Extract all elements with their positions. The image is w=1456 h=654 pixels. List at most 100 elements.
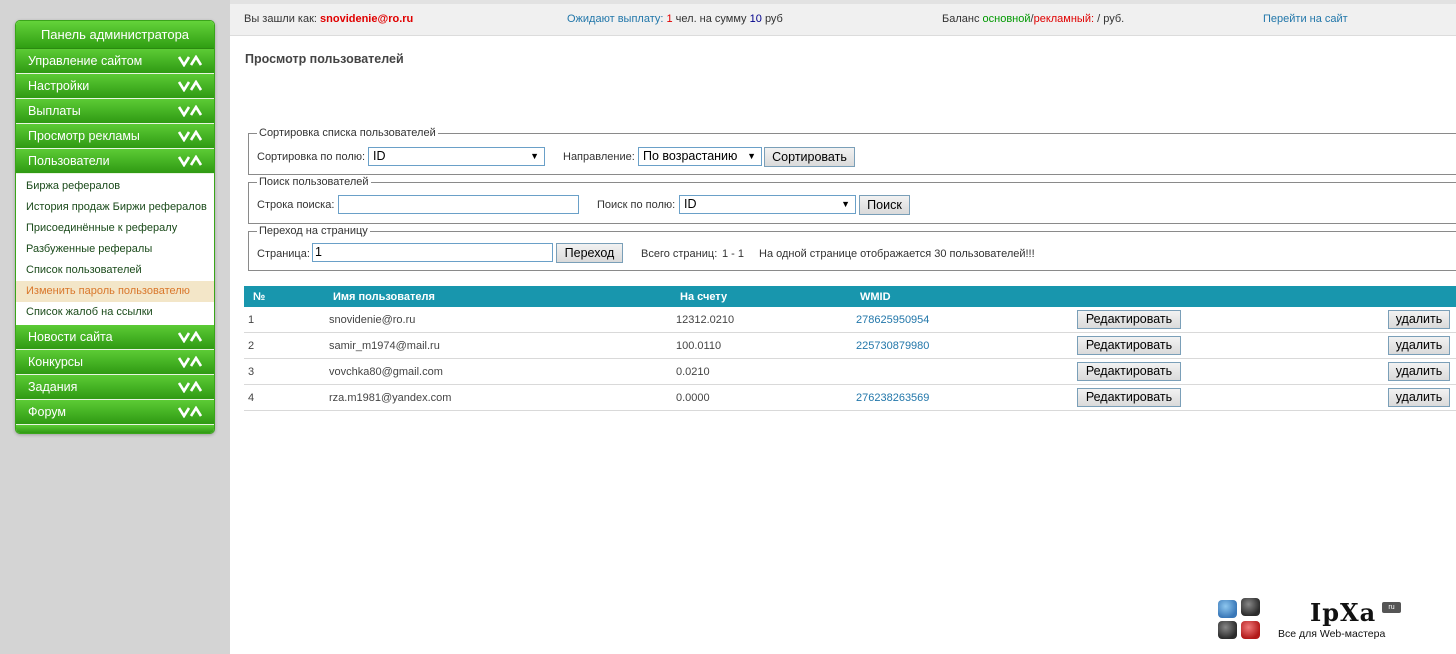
balance-value: / руб. (1097, 13, 1125, 25)
double-chevron-icon (178, 155, 202, 167)
submenu-link-complaints[interactable]: Список жалоб на ссылки (16, 302, 214, 323)
cell-name: rza.m1981@yandex.com (329, 392, 452, 404)
balance-info: Баланс основной/рекламный: / руб. (942, 13, 1124, 25)
logo-tagline: Все для Web-мастера (1278, 628, 1386, 640)
logo-cube-icon (1218, 600, 1237, 618)
sort-field-label: Сортировка по полю: (257, 151, 366, 163)
total-pages-value: 1 - 1 (722, 248, 745, 260)
header-name: Имя пользователя (333, 291, 435, 303)
sort-field-value: ID (373, 149, 386, 163)
admin-panel-footer (16, 425, 214, 433)
logo-domain-badge: ru (1382, 602, 1401, 613)
page-title: Просмотр пользователей (245, 52, 404, 66)
menu-section-label: Управление сайтом (28, 54, 143, 68)
menu-section-label: Задания (28, 380, 78, 394)
page-label: Страница: (257, 248, 310, 260)
direction-value: По возрастанию (643, 149, 738, 163)
per-page-note: На одной странице отображается 30 пользо… (759, 248, 1035, 260)
double-chevron-icon (178, 381, 202, 393)
delete-button[interactable]: удалить (1388, 362, 1450, 381)
cell-balance: 12312.0210 (676, 314, 735, 326)
submenu-awakened-referrals[interactable]: Разбуженные рефералы (16, 239, 214, 260)
header-balance: На счету (680, 291, 728, 303)
menu-section-site-management[interactable]: Управление сайтом (16, 49, 214, 74)
menu-section-label: Конкурсы (28, 355, 84, 369)
cell-wmid-link[interactable]: 225730879980 (856, 340, 929, 352)
direction-label: Направление: (563, 151, 635, 163)
cell-wmid-link[interactable]: 278625950954 (856, 314, 929, 326)
admin-panel: Панель администратора Управление сайтом … (15, 20, 215, 434)
payout-middle: чел. на сумму (675, 13, 747, 25)
logo-cube-icon (1241, 621, 1260, 639)
edit-button[interactable]: Редактировать (1077, 388, 1181, 407)
cell-wmid-link[interactable]: 276238263569 (856, 392, 929, 404)
search-button[interactable]: Поиск (859, 195, 910, 215)
main-content: Просмотр пользователей Сортировка списка… (230, 36, 1456, 654)
goto-site-link[interactable]: Перейти на сайт (1263, 13, 1348, 25)
menu-section-label: Выплаты (28, 104, 81, 118)
cell-num: 1 (248, 314, 255, 326)
top-status-bar: Вы зашли как: snovidenie@ro.ru Ожидают в… (230, 0, 1456, 36)
menu-section-ad-views[interactable]: Просмотр рекламы (16, 124, 214, 149)
table-row: 4 rza.m1981@yandex.com 0.0000 2762382635… (244, 385, 1456, 411)
search-legend: Поиск пользователей (259, 176, 369, 188)
logo-name: IpXa (1310, 598, 1377, 627)
logged-in-prefix: Вы зашли как: (244, 13, 317, 25)
direction-select[interactable]: По возрастанию ▼ (638, 147, 762, 166)
balance-prefix: Баланс (942, 13, 980, 25)
cell-name: vovchka80@gmail.com (329, 366, 443, 378)
cell-num: 2 (248, 340, 255, 352)
submenu-change-password[interactable]: Изменить пароль пользователю (16, 281, 214, 302)
cell-num: 4 (248, 392, 255, 404)
menu-section-tasks[interactable]: Задания (16, 375, 214, 400)
submenu-referral-sales-history[interactable]: История продаж Биржи рефералов (16, 197, 214, 218)
double-chevron-icon (178, 130, 202, 142)
edit-button[interactable]: Редактировать (1077, 310, 1181, 329)
delete-button[interactable]: удалить (1388, 310, 1450, 329)
goto-page-button[interactable]: Переход (556, 243, 623, 263)
ipxa-logo: IpXa ru Все для Web-мастера (1218, 598, 1418, 643)
dropdown-arrow-icon: ▼ (530, 151, 539, 161)
balance-main-label: основной (982, 13, 1031, 25)
search-query-label: Строка поиска: (257, 199, 335, 211)
cell-num: 3 (248, 366, 255, 378)
menu-section-label: Новости сайта (28, 330, 113, 344)
cell-balance: 0.0000 (676, 392, 710, 404)
double-chevron-icon (178, 331, 202, 343)
edit-button[interactable]: Редактировать (1077, 362, 1181, 381)
menu-section-users[interactable]: Пользователи (16, 149, 214, 174)
menu-section-payouts[interactable]: Выплаты (16, 99, 214, 124)
payout-count: 1 (666, 13, 673, 25)
menu-section-contests[interactable]: Конкурсы (16, 350, 214, 375)
sort-field-select[interactable]: ID ▼ (368, 147, 545, 166)
submenu-user-list[interactable]: Список пользователей (16, 260, 214, 281)
submenu-referral-exchange[interactable]: Биржа рефералов (16, 176, 214, 197)
double-chevron-icon (178, 55, 202, 67)
logo-cube-icon (1218, 621, 1237, 639)
dropdown-arrow-icon: ▼ (841, 199, 850, 209)
menu-section-site-news[interactable]: Новости сайта (16, 325, 214, 350)
menu-section-label: Просмотр рекламы (28, 129, 140, 143)
menu-section-settings[interactable]: Настройки (16, 74, 214, 99)
double-chevron-icon (178, 80, 202, 92)
delete-button[interactable]: удалить (1388, 388, 1450, 407)
pending-payout-info: Ожидают выплату: 1 чел. на сумму 10 руб (567, 13, 783, 25)
search-field-select[interactable]: ID ▼ (679, 195, 856, 214)
menu-section-label: Настройки (28, 79, 90, 93)
menu-section-forum[interactable]: Форум (16, 400, 214, 425)
table-row: 1 snovidenie@ro.ru 12312.0210 2786259509… (244, 307, 1456, 333)
submenu-joined-to-referral[interactable]: Присоединённые к рефералу (16, 218, 214, 239)
delete-button[interactable]: удалить (1388, 336, 1450, 355)
search-input[interactable] (338, 195, 579, 214)
edit-button[interactable]: Редактировать (1077, 336, 1181, 355)
users-table: № Имя пользователя На счету WMID 1 snovi… (244, 286, 1456, 411)
table-row: 2 samir_m1974@mail.ru 100.0110 225730879… (244, 333, 1456, 359)
sort-button[interactable]: Сортировать (764, 147, 855, 167)
double-chevron-icon (178, 105, 202, 117)
search-field-label: Поиск по полю: (597, 199, 676, 211)
double-chevron-icon (178, 356, 202, 368)
page-input[interactable]: 1 (312, 243, 553, 262)
logged-in-user: snovidenie@ro.ru (320, 13, 414, 25)
double-chevron-icon (178, 406, 202, 418)
payout-suffix: руб (764, 13, 783, 25)
